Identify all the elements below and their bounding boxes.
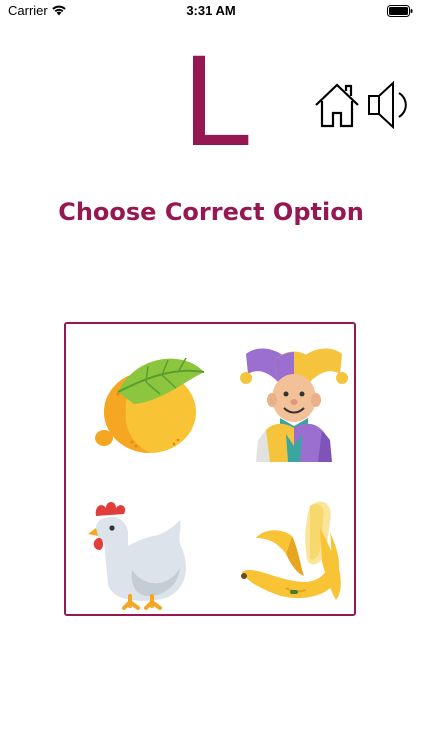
chicken-icon <box>88 502 186 610</box>
target-letter: L <box>181 32 249 174</box>
lemon-icon <box>95 357 205 453</box>
speaker-icon <box>368 80 407 130</box>
option-lemon[interactable] <box>88 342 208 462</box>
battery-icon <box>387 5 413 17</box>
banana-icon <box>241 501 341 600</box>
clock: 3:31 AM <box>186 3 236 18</box>
option-jester[interactable] <box>234 342 354 462</box>
prompt-title: Choose Correct Option <box>58 198 364 226</box>
options-grid <box>64 322 356 616</box>
jester-icon <box>240 348 348 462</box>
sound-button[interactable] <box>366 80 414 130</box>
option-chicken[interactable] <box>84 492 204 612</box>
option-banana[interactable] <box>234 492 354 612</box>
status-bar: Carrier 3:31 AM <box>0 0 422 22</box>
home-icon <box>315 83 359 128</box>
home-button[interactable] <box>313 82 361 128</box>
